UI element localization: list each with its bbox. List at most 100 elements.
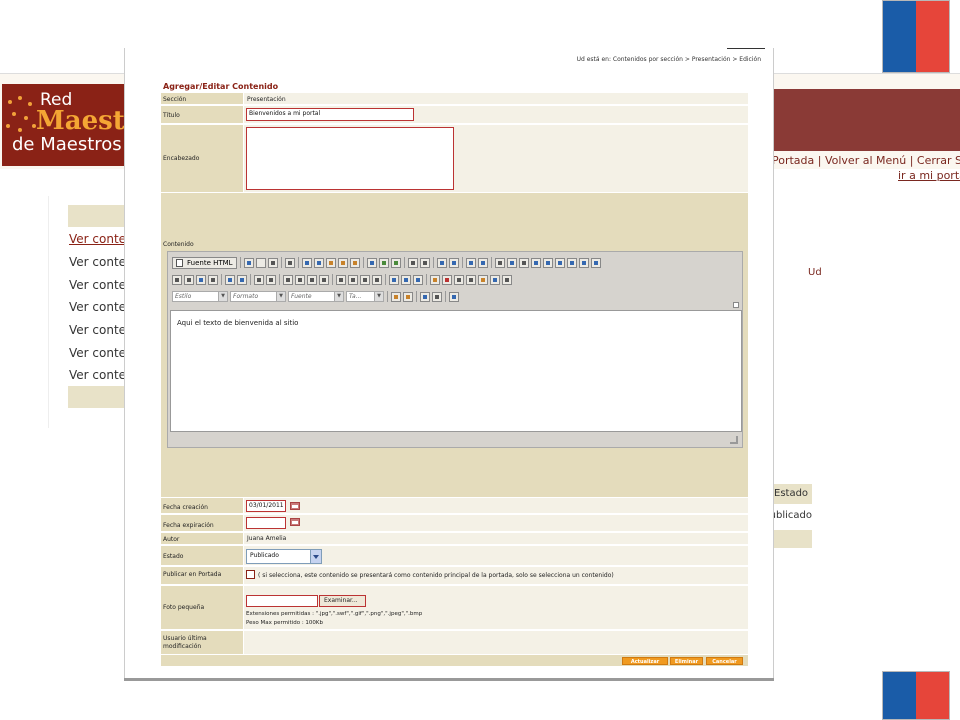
- row-estado: Estado Publicado: [161, 546, 748, 566]
- indent-icon[interactable]: [295, 274, 305, 285]
- horizontal-rule-icon[interactable]: [466, 274, 476, 285]
- spellcheck-dropdown-icon[interactable]: [390, 257, 401, 268]
- strikethrough-icon[interactable]: [208, 274, 218, 285]
- page-break-icon[interactable]: [502, 274, 512, 285]
- link-icon[interactable]: [389, 274, 399, 285]
- remove-format-icon[interactable]: [477, 257, 488, 268]
- ver-contenido-link[interactable]: Ver contenido: [69, 368, 127, 382]
- anchor-icon[interactable]: [413, 274, 423, 285]
- hidden-field-icon[interactable]: [590, 257, 601, 268]
- maximize-icon[interactable]: [420, 291, 430, 302]
- align-left-icon[interactable]: [336, 274, 346, 285]
- unlink-icon[interactable]: [401, 274, 411, 285]
- paste-word-icon[interactable]: [349, 257, 360, 268]
- select-all-icon[interactable]: [465, 257, 476, 268]
- cancelar-button[interactable]: Cancelar: [706, 657, 743, 665]
- replace-icon[interactable]: [448, 257, 459, 268]
- print-icon[interactable]: [366, 257, 377, 268]
- ir-a-mi-portal-link[interactable]: ir a mi portal: [898, 169, 960, 182]
- encabezado-textarea[interactable]: [246, 127, 454, 190]
- calendar-icon[interactable]: [290, 518, 300, 526]
- save-icon[interactable]: [243, 257, 254, 268]
- ver-contenido-link[interactable]: Ver contenido: [69, 300, 127, 314]
- resize-handle-icon[interactable]: [730, 436, 738, 444]
- undo-icon[interactable]: [407, 257, 418, 268]
- actualizar-button[interactable]: Actualizar: [622, 657, 668, 665]
- autor-value: Juana Amelia: [247, 535, 287, 542]
- fecha-creacion-input[interactable]: 03/01/2011: [246, 500, 286, 512]
- button-field-icon[interactable]: [566, 257, 577, 268]
- cut-icon[interactable]: [301, 257, 312, 268]
- ver-contenido-link[interactable]: Ver contenido: [69, 232, 127, 246]
- select-field-icon[interactable]: [554, 257, 565, 268]
- table-icon[interactable]: [454, 274, 464, 285]
- new-page-icon[interactable]: [255, 257, 266, 268]
- style-select[interactable]: Estilo ▼: [172, 291, 228, 302]
- background-color-icon[interactable]: [403, 291, 413, 302]
- radio-icon[interactable]: [518, 257, 529, 268]
- foto-pequena-file-input[interactable]: [246, 595, 318, 607]
- breadcrumb: Ud está en: Contenidos por sección > Pre…: [576, 56, 761, 63]
- subscript-icon[interactable]: [225, 274, 235, 285]
- checkbox-icon[interactable]: [506, 257, 517, 268]
- align-center-icon[interactable]: [348, 274, 358, 285]
- blockquote-icon[interactable]: [307, 274, 317, 285]
- calendar-icon[interactable]: [290, 502, 300, 510]
- red-maestros-logo: Red Maestros de Maestros: [2, 84, 128, 166]
- estado-select[interactable]: Publicado: [246, 549, 322, 564]
- superscript-icon[interactable]: [237, 274, 247, 285]
- textarea-icon[interactable]: [542, 257, 553, 268]
- ver-contenido-link[interactable]: Ver contenido: [69, 278, 127, 292]
- eliminar-button[interactable]: Eliminar: [670, 657, 703, 665]
- textfield-icon[interactable]: [530, 257, 541, 268]
- background-header-band: [764, 89, 960, 151]
- titulo-label: Título: [161, 106, 243, 123]
- find-icon[interactable]: [436, 257, 447, 268]
- underline-icon[interactable]: [196, 274, 206, 285]
- copy-icon[interactable]: [313, 257, 324, 268]
- background-ud-text: Ud: [808, 267, 822, 278]
- help-icon[interactable]: [449, 291, 459, 302]
- collapse-toolbar-icon[interactable]: [733, 302, 739, 308]
- ver-contenido-link[interactable]: Ver contenido: [69, 323, 127, 337]
- preview-icon[interactable]: [267, 257, 278, 268]
- background-bottom-line: [124, 678, 774, 681]
- publicar-portada-note: ( si selecciona, este contenido se prese…: [258, 572, 614, 579]
- div-container-icon[interactable]: [319, 274, 329, 285]
- paste-icon[interactable]: [325, 257, 336, 268]
- source-html-button[interactable]: Fuente HTML: [172, 256, 237, 269]
- titulo-input[interactable]: Bienvenidos a mi portal: [246, 108, 414, 121]
- image-button-icon[interactable]: [578, 257, 589, 268]
- document-icon: [176, 258, 183, 267]
- image-icon[interactable]: [430, 274, 440, 285]
- ver-contenido-link[interactable]: Ver contenido: [69, 346, 127, 360]
- text-color-icon[interactable]: [391, 291, 401, 302]
- format-select[interactable]: Formato ▼: [230, 291, 286, 302]
- show-blocks-icon[interactable]: [432, 291, 442, 302]
- bullet-list-icon[interactable]: [266, 274, 276, 285]
- redo-icon[interactable]: [419, 257, 430, 268]
- spellcheck-icon[interactable]: [378, 257, 389, 268]
- numbered-list-icon[interactable]: [254, 274, 264, 285]
- bold-icon[interactable]: [172, 274, 182, 285]
- form-icon[interactable]: [494, 257, 505, 268]
- templates-icon[interactable]: [284, 257, 295, 268]
- special-char-icon[interactable]: [490, 274, 500, 285]
- ver-contenido-link[interactable]: Ver contenido: [69, 255, 127, 269]
- background-nav-links[interactable]: Portada | Volver al Menú | Cerrar Sesión: [772, 154, 960, 167]
- estado-label: Estado: [161, 546, 243, 565]
- smiley-icon[interactable]: [478, 274, 488, 285]
- row-fecha-expiracion: Fecha expiración: [161, 515, 748, 532]
- align-justify-icon[interactable]: [372, 274, 382, 285]
- font-select[interactable]: Fuente ▼: [288, 291, 344, 302]
- align-right-icon[interactable]: [360, 274, 370, 285]
- size-select[interactable]: Ta... ▼: [346, 291, 384, 302]
- publicar-portada-checkbox[interactable]: [246, 570, 255, 579]
- editor-content-area[interactable]: Aqui el texto de bienvenida al sitio: [170, 310, 742, 432]
- examinar-button[interactable]: Examinar...: [319, 595, 366, 607]
- fecha-expiracion-input[interactable]: [246, 517, 286, 529]
- flash-icon[interactable]: [442, 274, 452, 285]
- italic-icon[interactable]: [184, 274, 194, 285]
- outdent-icon[interactable]: [283, 274, 293, 285]
- paste-text-icon[interactable]: [337, 257, 348, 268]
